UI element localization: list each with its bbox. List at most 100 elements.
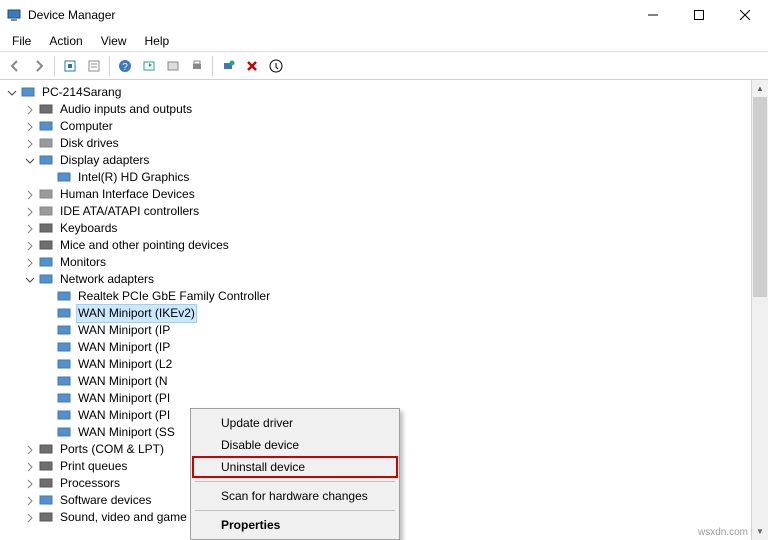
- svg-text:?: ?: [122, 62, 128, 73]
- network-icon: [56, 408, 72, 424]
- scroll-down-arrow[interactable]: ▼: [752, 523, 768, 540]
- expander-icon[interactable]: [22, 255, 38, 271]
- printer-icon: [38, 459, 54, 475]
- expander-icon[interactable]: [22, 238, 38, 254]
- tree-category[interactable]: Display adapters: [2, 152, 768, 169]
- legacy-button[interactable]: [162, 55, 184, 77]
- tree-category-label: IDE ATA/ATAPI controllers: [58, 203, 201, 220]
- tree-device-label: WAN Miniport (SS: [76, 424, 177, 441]
- tree-category-label: Disk drives: [58, 135, 121, 152]
- tree-category[interactable]: Mice and other pointing devices: [2, 237, 768, 254]
- menu-action[interactable]: Action: [41, 32, 90, 50]
- tree-device-label: WAN Miniport (IP: [76, 339, 172, 356]
- tree-category-label: Monitors: [58, 254, 108, 271]
- expander-icon[interactable]: [22, 221, 38, 237]
- update-button[interactable]: [138, 55, 160, 77]
- tree-device-label: WAN Miniport (IKEv2): [76, 304, 197, 323]
- delete-button[interactable]: [241, 55, 263, 77]
- vertical-scrollbar[interactable]: ▲ ▼: [751, 80, 768, 540]
- expander-icon[interactable]: [22, 493, 38, 509]
- tree-device[interactable]: WAN Miniport (IKEv2): [2, 305, 768, 322]
- context-menu-item[interactable]: Update driver: [193, 412, 397, 434]
- toolbar-separator: [54, 56, 55, 76]
- expander-icon[interactable]: [22, 204, 38, 220]
- context-menu-item[interactable]: Disable device: [193, 434, 397, 456]
- tree-category-label: Ports (COM & LPT): [58, 441, 166, 458]
- tree-device[interactable]: WAN Miniport (PI: [2, 390, 768, 407]
- tree-device[interactable]: WAN Miniport (IP: [2, 339, 768, 356]
- context-menu-separator: [195, 481, 395, 482]
- scroll-up-arrow[interactable]: ▲: [752, 80, 768, 97]
- context-menu-item[interactable]: Properties: [193, 514, 397, 536]
- computer-icon: [20, 85, 36, 101]
- close-button[interactable]: [722, 0, 768, 30]
- maximize-button[interactable]: [676, 0, 722, 30]
- expander-icon[interactable]: [22, 272, 38, 288]
- mouse-icon: [38, 238, 54, 254]
- context-menu-item[interactable]: Scan for hardware changes: [193, 485, 397, 507]
- context-menu-separator: [195, 510, 395, 511]
- cpu-icon: [38, 476, 54, 492]
- network-icon: [56, 289, 72, 305]
- expander-icon[interactable]: [22, 153, 38, 169]
- tree-category-label: Computer: [58, 118, 115, 135]
- expander-icon[interactable]: [22, 442, 38, 458]
- content-area: PC-214Sarang Audio inputs and outputs Co…: [0, 80, 768, 540]
- tree-device[interactable]: WAN Miniport (L2: [2, 356, 768, 373]
- tree-category[interactable]: Computer: [2, 118, 768, 135]
- keyboard-icon: [38, 221, 54, 237]
- tree-device-label: WAN Miniport (L2: [76, 356, 174, 373]
- help-button[interactable]: ?: [114, 55, 136, 77]
- minimize-button[interactable]: [630, 0, 676, 30]
- port-icon: [38, 442, 54, 458]
- tree-category[interactable]: Disk drives: [2, 135, 768, 152]
- menu-help[interactable]: Help: [137, 32, 178, 50]
- expander-icon[interactable]: [22, 102, 38, 118]
- watermark: wsxdn.com: [698, 527, 748, 538]
- context-menu-item[interactable]: Uninstall device: [192, 456, 398, 478]
- network-icon: [56, 306, 72, 322]
- tree-category-label: Human Interface Devices: [58, 186, 197, 203]
- tree-category[interactable]: Keyboards: [2, 220, 768, 237]
- tree-device-label: WAN Miniport (IP: [76, 322, 172, 339]
- tree-category[interactable]: Monitors: [2, 254, 768, 271]
- expander-icon[interactable]: [4, 85, 20, 101]
- tree-device[interactable]: Realtek PCIe GbE Family Controller: [2, 288, 768, 305]
- back-button[interactable]: [4, 55, 26, 77]
- scroll-thumb[interactable]: [753, 97, 767, 297]
- software-icon: [38, 493, 54, 509]
- window-title: Device Manager: [28, 8, 630, 22]
- window-controls: [630, 0, 768, 30]
- tree-category[interactable]: Audio inputs and outputs: [2, 101, 768, 118]
- scan-button[interactable]: [217, 55, 239, 77]
- expander-icon[interactable]: [22, 476, 38, 492]
- tree-device-label: Intel(R) HD Graphics: [76, 169, 191, 186]
- action-button[interactable]: [265, 55, 287, 77]
- print-button[interactable]: [186, 55, 208, 77]
- properties-button[interactable]: [83, 55, 105, 77]
- tree-category[interactable]: Human Interface Devices: [2, 186, 768, 203]
- expander-icon[interactable]: [22, 136, 38, 152]
- tree-device-label: WAN Miniport (N: [76, 373, 170, 390]
- expander-icon[interactable]: [22, 510, 38, 526]
- expander-icon[interactable]: [22, 459, 38, 475]
- expander-icon[interactable]: [22, 187, 38, 203]
- tree-category-label: Display adapters: [58, 152, 151, 169]
- tree-device[interactable]: Intel(R) HD Graphics: [2, 169, 768, 186]
- network-icon: [56, 374, 72, 390]
- toolbar-separator: [212, 56, 213, 76]
- expander-icon[interactable]: [22, 119, 38, 135]
- forward-button[interactable]: [28, 55, 50, 77]
- tree-device[interactable]: WAN Miniport (N: [2, 373, 768, 390]
- show-connection-button[interactable]: [59, 55, 81, 77]
- tree-category-label: Mice and other pointing devices: [58, 237, 231, 254]
- tree-category[interactable]: Network adapters: [2, 271, 768, 288]
- tree-category-label: Network adapters: [58, 271, 156, 288]
- tree-category-label: Print queues: [58, 458, 129, 475]
- network-icon: [56, 391, 72, 407]
- menu-file[interactable]: File: [4, 32, 39, 50]
- tree-device[interactable]: WAN Miniport (IP: [2, 322, 768, 339]
- tree-root[interactable]: PC-214Sarang: [2, 84, 768, 101]
- tree-category[interactable]: IDE ATA/ATAPI controllers: [2, 203, 768, 220]
- menu-view[interactable]: View: [93, 32, 135, 50]
